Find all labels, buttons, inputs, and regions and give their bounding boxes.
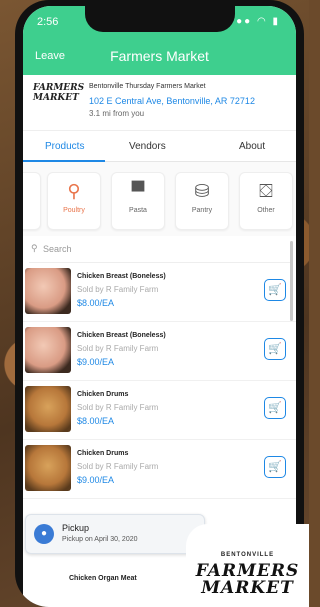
tab-about[interactable]: About [239, 141, 265, 152]
category-label: Pantry [191, 207, 213, 214]
product-image [25, 327, 71, 373]
product-name: Chicken Drums [77, 450, 129, 457]
add-to-cart-icon[interactable]: 🛒 [264, 397, 286, 419]
basket-icon: ⛋ [259, 181, 273, 201]
product-vendor: Sold by R Family Farm [77, 344, 159, 353]
add-to-cart-icon[interactable]: 🛒 [264, 456, 286, 478]
phone-notch [84, 6, 235, 32]
product-image [25, 268, 71, 314]
category-label: Pasta [129, 207, 147, 214]
pickup-title: Pickup [62, 523, 90, 533]
status-time: 2:56 [37, 16, 59, 28]
tab-vendors[interactable]: Vendors [129, 141, 166, 152]
pasta-icon: ▀ [131, 181, 145, 201]
category-scroller[interactable]: ⚲ Poultry ▀ Pasta ⛁ Pantry ⛋ Other [23, 162, 296, 236]
category-label: Other [257, 207, 275, 214]
pickup-banner[interactable]: ● Pickup Pickup on April 30, 2020 [25, 514, 205, 554]
category-poultry[interactable]: ⚲ Poultry [47, 172, 101, 230]
market-info: FARMERS MARKET Bentonville Thursday Farm… [23, 75, 296, 131]
product-price: $8.00/EA [77, 416, 115, 426]
product-price: $9.00/EA [77, 475, 115, 485]
list-item[interactable]: Chicken Breast (Boneless) Sold by R Fami… [23, 322, 296, 381]
product-list: Chicken Breast (Boneless) Sold by R Fami… [23, 263, 296, 499]
farmers-market-logo: BENTONVILLE FARMERS MARKET [186, 524, 309, 607]
tab-bar: Products Vendors About [23, 131, 296, 162]
status-icons: ●● ◠ ▮ [236, 16, 280, 27]
search-input[interactable]: ⚲ Search [29, 236, 290, 263]
category-pasta[interactable]: ▀ Pasta [111, 172, 165, 230]
logo-top-text: BENTONVILLE [220, 552, 275, 558]
page-title: Farmers Market [110, 48, 209, 64]
product-name-partial: Chicken Organ Meat [69, 575, 137, 582]
product-name: Chicken Breast (Boneless) [77, 332, 166, 339]
market-name: Bentonville Thursday Farmers Market [89, 83, 206, 90]
product-price: $9.00/EA [77, 357, 115, 367]
market-logo: FARMERS MARKET [33, 83, 85, 103]
pickup-date: Pickup on April 30, 2020 [62, 536, 138, 543]
search-placeholder: Search [43, 244, 72, 254]
tab-products[interactable]: Products [45, 141, 84, 152]
logo-line2: MARKET [201, 578, 294, 598]
product-vendor: Sold by R Family Farm [77, 403, 159, 412]
app-header: 2:56 ●● ◠ ▮ Leave Farmers Market [23, 6, 296, 75]
category-pantry[interactable]: ⛁ Pantry [175, 172, 229, 230]
list-item[interactable]: Chicken Breast (Boneless) Sold by R Fami… [23, 263, 296, 322]
add-to-cart-icon[interactable]: 🛒 [264, 279, 286, 301]
list-item[interactable]: Chicken Drums Sold by R Family Farm $8.0… [23, 381, 296, 440]
product-price: $8.00/EA [77, 298, 115, 308]
product-vendor: Sold by R Family Farm [77, 462, 159, 471]
search-icon: ⚲ [31, 243, 38, 253]
product-image [25, 445, 71, 491]
category-partial[interactable] [23, 172, 41, 230]
market-distance: 3.1 mi from you [89, 109, 145, 118]
phone-frame: 2:56 ●● ◠ ▮ Leave Farmers Market FARMERS… [15, 0, 304, 607]
product-name: Chicken Drums [77, 391, 129, 398]
location-pin-icon: ● [34, 524, 54, 544]
scrollbar[interactable] [290, 241, 293, 321]
category-other[interactable]: ⛋ Other [239, 172, 293, 230]
jar-icon: ⛁ [194, 181, 210, 201]
drumstick-icon: ⚲ [67, 181, 81, 201]
list-item[interactable]: Chicken Drums Sold by R Family Farm $9.0… [23, 440, 296, 499]
category-label: Poultry [63, 207, 85, 214]
market-address-link[interactable]: 102 E Central Ave, Bentonville, AR 72712 [89, 96, 255, 106]
add-to-cart-icon[interactable]: 🛒 [264, 338, 286, 360]
product-vendor: Sold by R Family Farm [77, 285, 159, 294]
product-name: Chicken Breast (Boneless) [77, 273, 166, 280]
product-image [25, 386, 71, 432]
